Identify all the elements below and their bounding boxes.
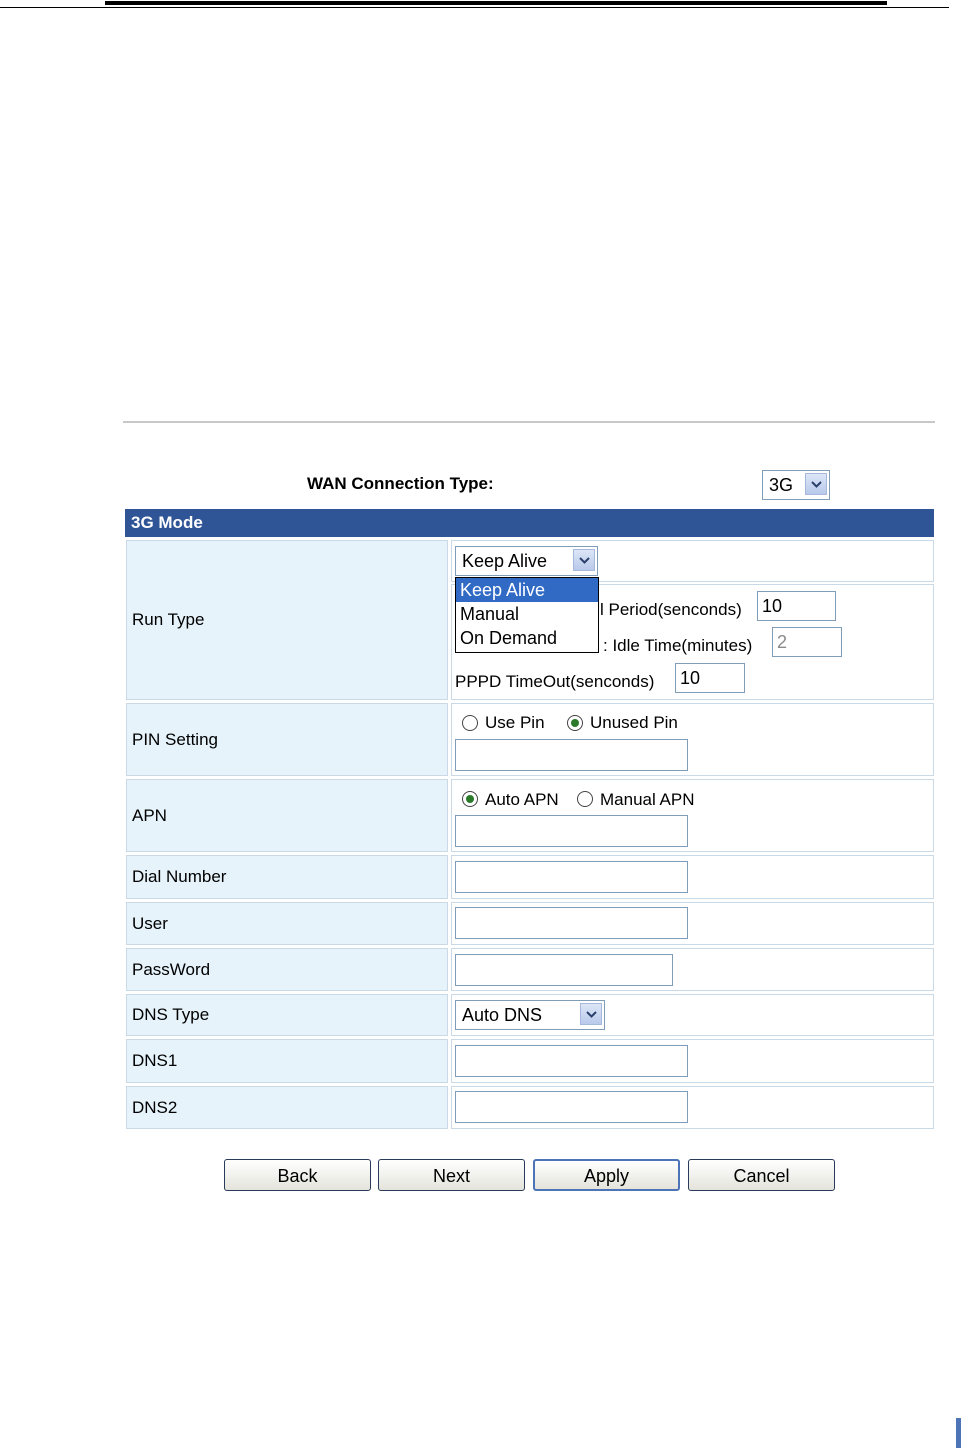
wan-connection-type-select[interactable]: 3G [762,470,830,500]
password-input[interactable] [455,954,673,986]
unused-pin-label: Unused Pin [590,713,678,732]
pin-input[interactable] [455,739,688,771]
pin-setting-label-cell: PIN Setting [126,703,448,776]
cancel-button[interactable]: Cancel [688,1159,835,1191]
redial-period-input[interactable]: 10 [757,591,836,621]
use-pin-label: Use Pin [485,713,545,732]
dns2-input[interactable] [455,1091,688,1123]
apn-label-cell: APN [126,779,448,852]
run-type-label: Run Type [132,610,205,629]
dns1-input[interactable] [455,1045,688,1077]
manual-apn-label: Manual APN [600,790,695,809]
run-type-option-keep-alive[interactable]: Keep Alive [456,578,598,602]
dns-type-value: Auto DNS [462,1005,543,1025]
chevron-down-icon[interactable] [573,549,595,571]
password-label-cell: PassWord [126,948,448,991]
dial-number-input[interactable] [455,861,688,893]
dns2-label-cell: DNS2 [126,1086,448,1129]
run-type-dropdown-list[interactable]: Keep Alive Manual On Demand [455,577,599,653]
dns-type-label-cell: DNS Type [126,994,448,1036]
run-type-option-manual[interactable]: Manual [456,602,598,626]
auto-apn-label: Auto APN [485,790,559,809]
dns2-label: DNS2 [132,1097,178,1117]
user-label-cell: User [126,902,448,945]
user-label: User [132,913,168,933]
idle-time-input[interactable]: 2 [772,627,842,657]
pppd-timeout-label: PPPD TimeOut(senconds) [455,672,655,691]
manual-apn-radio[interactable] [577,791,593,807]
dial-number-label-cell: Dial Number [126,855,448,899]
page-corner-mark [956,1418,961,1448]
idle-time-label: : Idle Time(minutes) [603,636,753,655]
run-type-select-value: Keep Alive [462,551,548,571]
dial-number-label: Dial Number [132,867,227,886]
dns1-label: DNS1 [132,1051,178,1070]
dns-type-select[interactable]: Auto DNS [455,1000,605,1030]
chevron-down-icon[interactable] [805,473,827,495]
header-rule-thick [105,1,887,5]
separator-line [123,421,935,423]
use-pin-radio[interactable] [462,715,478,731]
dns1-label-cell: DNS1 [126,1039,448,1083]
user-input[interactable] [455,907,688,939]
auto-apn-radio[interactable] [462,791,478,807]
chevron-down-icon[interactable] [580,1003,602,1025]
pin-setting-label: PIN Setting [132,729,218,749]
apply-button[interactable]: Apply [533,1159,680,1191]
wan-connection-type-label: WAN Connection Type: [307,474,494,493]
header-rule-thin [0,7,949,8]
apn-input[interactable] [455,815,688,847]
back-button[interactable]: Back [224,1159,371,1191]
apn-label: APN [132,805,167,825]
redial-period-label: l Period(senconds) [600,600,742,619]
next-button[interactable]: Next [378,1159,525,1191]
section-header-3g-mode: 3G Mode [125,509,934,537]
run-type-select[interactable]: Keep Alive [455,546,598,576]
pppd-timeout-input[interactable]: 10 [675,663,745,693]
run-type-label-cell: Run Type [126,540,448,700]
unused-pin-radio[interactable] [567,715,583,731]
dns-type-label: DNS Type [132,1005,210,1024]
wan-connection-type-value: 3G [769,475,794,495]
run-type-option-on-demand[interactable]: On Demand [456,626,598,650]
password-label: PassWord [132,959,211,979]
